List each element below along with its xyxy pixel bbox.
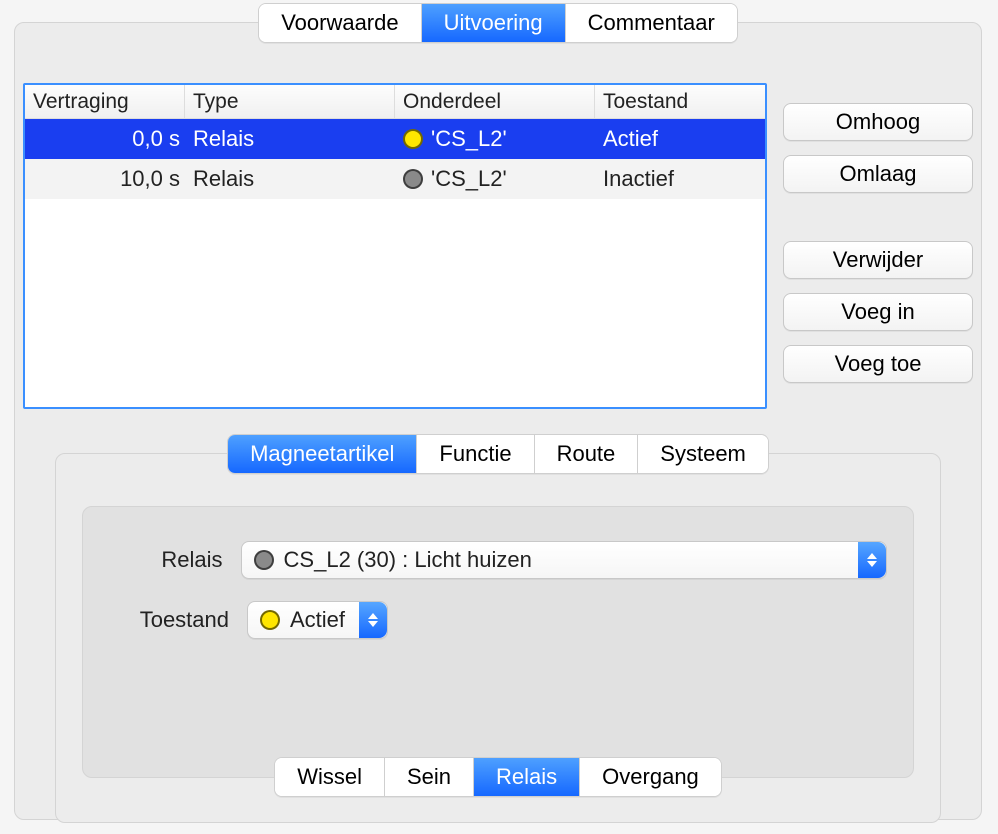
col-part-header: Onderdeel (395, 85, 595, 118)
col-type-header: Type (185, 85, 395, 118)
cell-delay: 0,0 s (25, 122, 185, 156)
top-tabs: Voorwaarde Uitvoering Commentaar (258, 3, 738, 43)
tab-voorwaarde[interactable]: Voorwaarde (259, 4, 421, 42)
state-value: Actief (290, 607, 345, 633)
edit-group: Verwijder Voeg in Voeg toe (783, 241, 973, 383)
move-up-button[interactable]: Omhoog (783, 103, 973, 141)
table-body: 0,0 s Relais 'CS_L2' Actief 10,0 s Relai… (25, 119, 765, 199)
tab-sein[interactable]: Sein (385, 758, 474, 796)
bottom-tabs-container: Wissel Sein Relais Overgang (83, 757, 913, 797)
table-header: Vertraging Type Onderdeel Toestand (25, 85, 765, 119)
tab-magneetartikel[interactable]: Magneetartikel (228, 435, 417, 473)
side-buttons: Omhoog Omlaag Verwijder Voeg in Voeg toe (783, 103, 973, 383)
cell-state: Actief (595, 122, 765, 156)
tab-uitvoering[interactable]: Uitvoering (422, 4, 566, 42)
cell-delay: 10,0 s (25, 162, 185, 196)
remove-button[interactable]: Verwijder (783, 241, 973, 279)
status-dot-icon (260, 610, 280, 630)
relais-row: Relais CS_L2 (30) : Licht huizen (109, 541, 887, 579)
action-table[interactable]: Vertraging Type Onderdeel Toestand 0,0 s… (23, 83, 767, 409)
state-row: Toestand Actief (109, 601, 887, 639)
tab-commentaar[interactable]: Commentaar (566, 4, 737, 42)
state-select[interactable]: Actief (247, 601, 388, 639)
main-panel: Voorwaarde Uitvoering Commentaar Vertrag… (14, 22, 982, 820)
add-button[interactable]: Voeg toe (783, 345, 973, 383)
bottom-tabs: Wissel Sein Relais Overgang (274, 757, 722, 797)
editor-tabs: Magneetartikel Functie Route Systeem (227, 434, 769, 474)
tab-wissel[interactable]: Wissel (275, 758, 385, 796)
status-dot-icon (254, 550, 274, 570)
relais-value: CS_L2 (30) : Licht huizen (284, 547, 532, 573)
relais-label: Relais (109, 547, 223, 573)
move-down-button[interactable]: Omlaag (783, 155, 973, 193)
relais-select[interactable]: CS_L2 (30) : Licht huizen (241, 541, 887, 579)
tab-route[interactable]: Route (535, 435, 639, 473)
status-dot-icon (403, 169, 423, 189)
col-delay-header: Vertraging (25, 85, 185, 118)
tab-relais[interactable]: Relais (474, 758, 580, 796)
tab-functie[interactable]: Functie (417, 435, 534, 473)
col-state-header: Toestand (595, 85, 765, 118)
insert-button[interactable]: Voeg in (783, 293, 973, 331)
cell-part: 'CS_L2' (395, 162, 595, 196)
editor-inner: Relais CS_L2 (30) : Licht huizen Toestan… (82, 506, 914, 778)
window: Voorwaarde Uitvoering Commentaar Vertrag… (0, 0, 998, 834)
editor-tabs-container: Magneetartikel Functie Route Systeem (56, 434, 940, 474)
spacer (783, 207, 973, 227)
status-dot-icon (403, 129, 423, 149)
cell-part: 'CS_L2' (395, 122, 595, 156)
editor-panel: Magneetartikel Functie Route Systeem Rel… (55, 453, 941, 823)
top-tabs-container: Voorwaarde Uitvoering Commentaar (15, 3, 981, 43)
table-row[interactable]: 10,0 s Relais 'CS_L2' Inactief (25, 159, 765, 199)
state-label: Toestand (109, 607, 229, 633)
cell-type: Relais (185, 162, 395, 196)
move-group: Omhoog Omlaag (783, 103, 973, 193)
cell-state: Inactief (595, 162, 765, 196)
chevron-up-down-icon (359, 602, 387, 638)
cell-part-text: 'CS_L2' (431, 166, 507, 192)
tab-systeem[interactable]: Systeem (638, 435, 768, 473)
table-row[interactable]: 0,0 s Relais 'CS_L2' Actief (25, 119, 765, 159)
cell-part-text: 'CS_L2' (431, 126, 507, 152)
cell-type: Relais (185, 122, 395, 156)
chevron-up-down-icon (858, 542, 886, 578)
tab-overgang[interactable]: Overgang (580, 758, 721, 796)
